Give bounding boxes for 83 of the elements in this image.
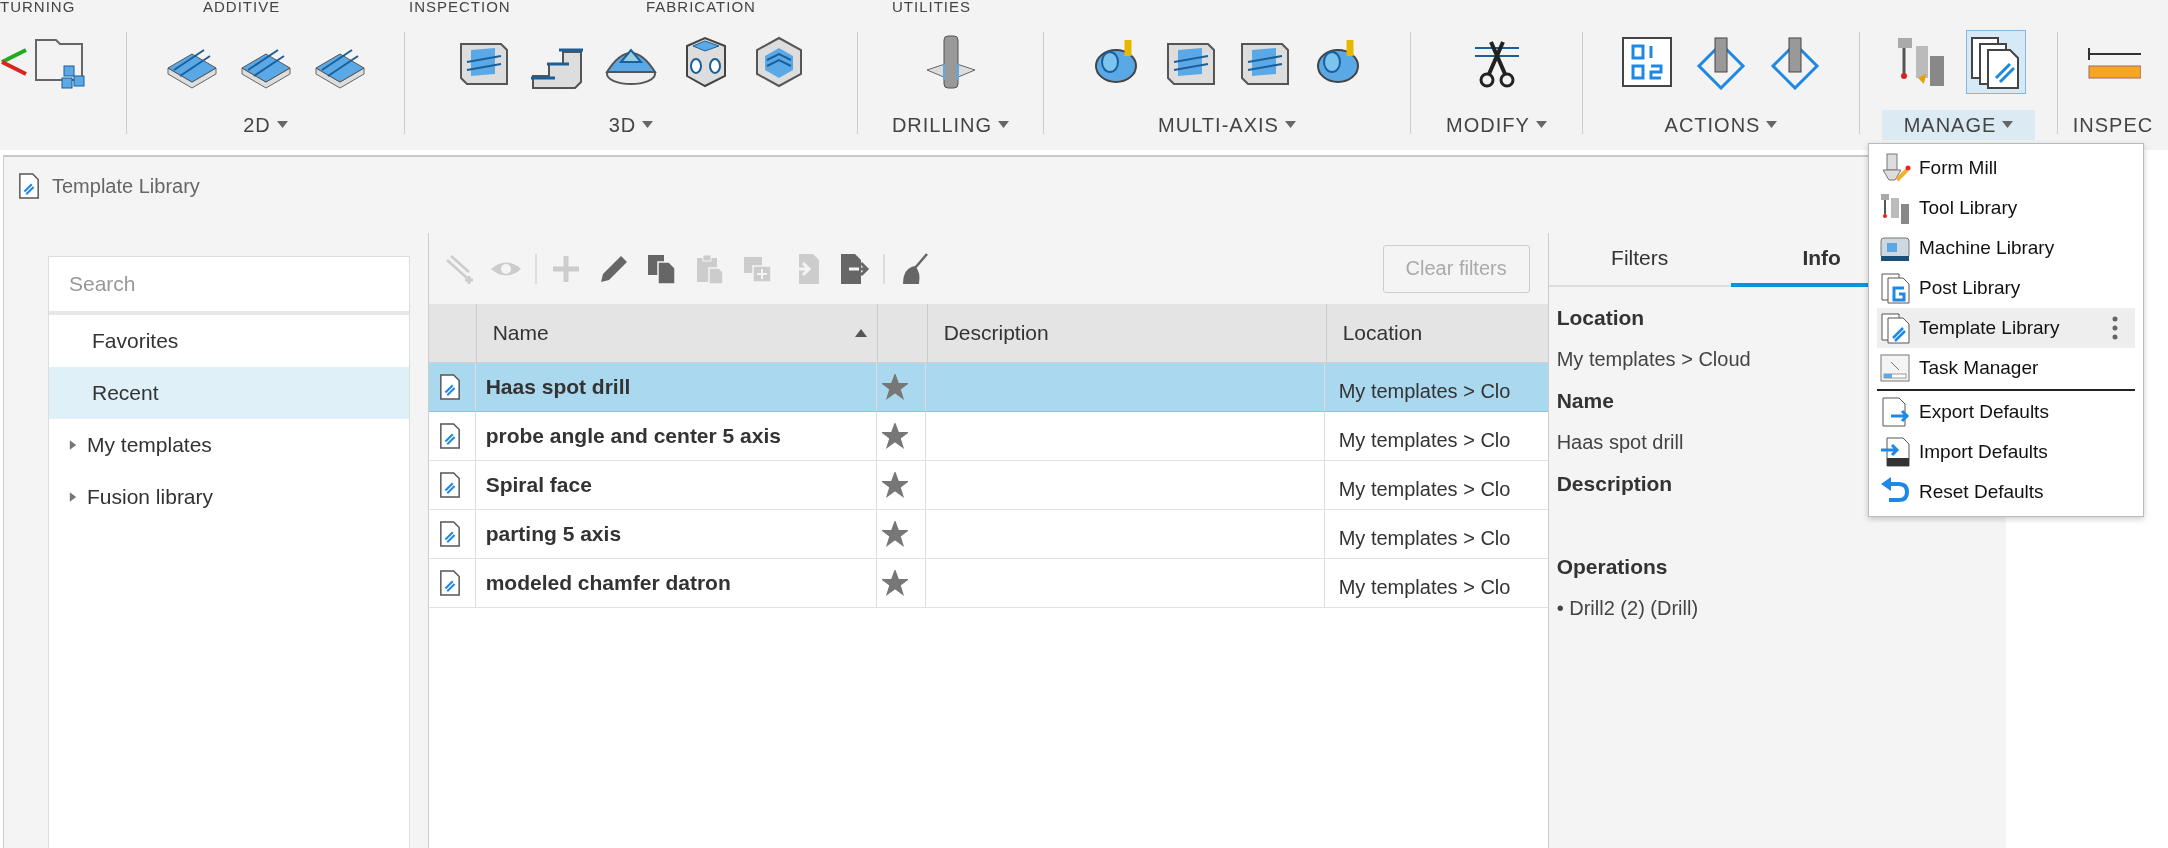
expand-arrow-icon[interactable] — [69, 491, 77, 503]
table-row[interactable]: probe angle and center 5 axis My templates > Clo — [428, 412, 1548, 461]
star-icon[interactable] — [881, 472, 908, 498]
star-icon[interactable] — [881, 570, 908, 596]
ribbon-group-menu[interactable]: MULTI-AXIS — [1136, 110, 1318, 140]
sidebar-item[interactable]: Recent — [49, 367, 409, 419]
column-header[interactable]: Location — [1326, 304, 1550, 362]
template-name: Haas spot drill — [485, 375, 631, 399]
ribbon-tab[interactable]: FABRICATION — [646, 0, 892, 14]
column-header[interactable]: Description — [927, 304, 1327, 362]
ribbon-group-menu[interactable]: INSPEC — [2050, 110, 2168, 140]
ribbon-group-menu[interactable]: 2D — [221, 110, 310, 140]
table-row[interactable]: parting 5 axis My templates > Clo — [428, 510, 1548, 559]
template-name: probe angle and center 5 axis — [485, 424, 781, 448]
field-heading: Location — [1556, 304, 1645, 331]
template-name: parting 5 axis — [485, 522, 622, 546]
document-stack-icon — [1879, 312, 1911, 344]
field-heading: Description — [1556, 470, 1673, 497]
ribbon-group-menu[interactable]: ACTIONS — [1642, 110, 1800, 140]
template-icon — [438, 423, 461, 449]
template-location: My templates > Clo — [1338, 525, 1511, 550]
column-header[interactable]: Name — [476, 304, 878, 362]
g-document-icon — [1879, 272, 1911, 304]
ribbon-tab[interactable]: UTILITIES — [892, 0, 1092, 14]
ribbon-group-menu[interactable]: 3D — [586, 110, 676, 140]
g-code-icon — [1619, 34, 1675, 90]
star-icon[interactable] — [881, 521, 908, 547]
mill-pencil-icon — [1879, 152, 1911, 184]
caret-icon — [2002, 121, 2014, 129]
sidebar-item[interactable]: My templates — [49, 419, 409, 471]
star-icon[interactable] — [881, 374, 908, 400]
field-heading: Operations — [1556, 553, 1668, 580]
table-row[interactable]: Haas spot drill My templates > Clo — [428, 363, 1548, 412]
expand-arrow-icon[interactable] — [69, 439, 77, 451]
field-value: Haas spot drill — [1556, 429, 1684, 455]
ribbon-tab[interactable]: ADDITIVE — [203, 0, 409, 14]
panel-tab[interactable]: Filters — [1548, 233, 1731, 287]
caret-icon — [1284, 121, 1296, 129]
menu-item[interactable]: Import Defaults — [1877, 432, 2135, 472]
template-icon — [18, 173, 40, 199]
menu-item[interactable]: Reset Defaults — [1877, 472, 2135, 512]
template-icon — [438, 521, 461, 547]
ribbon-group-menu[interactable]: MANAGE — [1881, 110, 2036, 140]
tools-icon — [1879, 192, 1911, 224]
template-icon — [438, 472, 461, 498]
ribbon-tab[interactable]: TURNING — [0, 0, 203, 14]
export-icon — [1879, 396, 1911, 428]
template-location: My templates > Clo — [1338, 378, 1511, 403]
menu-item[interactable]: Form Mill — [1877, 148, 2135, 188]
caret-icon — [1535, 121, 1547, 129]
template-location: My templates > Clo — [1338, 427, 1511, 452]
ribbon-tab[interactable]: INSPECTION — [409, 0, 646, 14]
ribbon-group-menu[interactable]: DRILLING — [869, 110, 1032, 140]
template-location: My templates > Clo — [1338, 476, 1511, 501]
caret-icon — [276, 121, 288, 129]
axes-icon — [0, 48, 28, 76]
menu-item[interactable]: Export Defaults — [1877, 392, 2135, 432]
template-name: modeled chamfer datron — [485, 571, 731, 595]
caret-icon — [642, 121, 654, 129]
field-heading: Name — [1556, 387, 1614, 414]
field-value: My templates > Cloud — [1556, 346, 1751, 372]
template-location: My templates > Clo — [1338, 574, 1511, 599]
field-value: • Drill2 (2) (Drill) — [1556, 595, 1699, 621]
window-title: Template Library — [52, 174, 200, 198]
sidebar-item[interactable]: Favorites — [49, 315, 409, 367]
caret-icon — [998, 121, 1010, 129]
table-row[interactable]: modeled chamfer datron My templates > Clo — [428, 559, 1548, 608]
caret-icon — [1766, 121, 1778, 129]
sidebar-item[interactable]: Fusion library — [49, 471, 409, 523]
menu-item[interactable]: Tool Library — [1877, 188, 2135, 228]
template-icon — [438, 570, 461, 596]
table-row[interactable]: Spiral face My templates > Clo — [428, 461, 1548, 510]
star-icon[interactable] — [881, 423, 908, 449]
sort-arrow-icon — [854, 329, 867, 337]
template-icon — [438, 374, 461, 400]
menu-item[interactable]: Template Library — [1877, 308, 2135, 348]
template-name: Spiral face — [485, 473, 592, 497]
menu-item[interactable]: Task Manager — [1877, 348, 2135, 388]
ribbon-group-menu[interactable]: MODIFY — [1424, 110, 1569, 140]
ribbon-button[interactable] — [1965, 30, 2026, 94]
import-icon — [1879, 436, 1911, 468]
progress-window-icon — [1879, 352, 1911, 384]
more-icon[interactable] — [2111, 316, 2119, 340]
